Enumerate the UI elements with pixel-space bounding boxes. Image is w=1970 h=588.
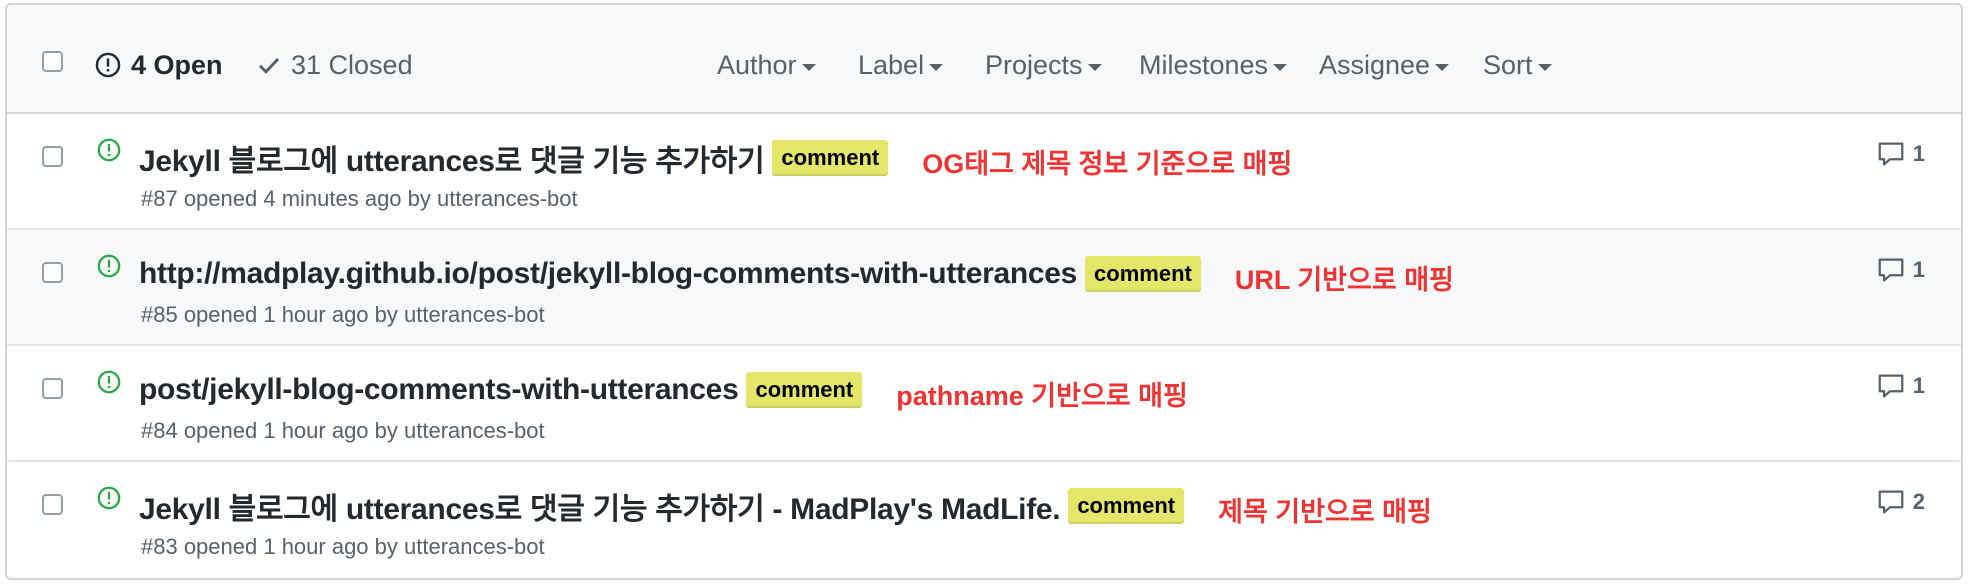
chevron-down-icon	[1273, 63, 1288, 71]
issue-checkbox[interactable]	[42, 494, 63, 515]
issue-row: http://madplay.github.io/post/jekyll-blo…	[7, 230, 1961, 346]
comment-count: 1	[1912, 141, 1925, 166]
issues-list-header: 4 Open 31 Closed Author Label Projects M…	[7, 5, 1961, 114]
issue-opened-icon	[97, 486, 121, 510]
projects-filter-label: Projects	[985, 49, 1083, 80]
issue-title-link[interactable]: http://madplay.github.io/post/jekyll-blo…	[139, 257, 1077, 291]
assignee-filter[interactable]: Assignee	[1319, 35, 1450, 95]
issue-meta: #85 opened 1 hour ago by utterances-bot	[141, 302, 545, 327]
author-filter[interactable]: Author	[717, 35, 816, 95]
issue-opened-icon	[97, 138, 121, 162]
label-filter[interactable]: Label	[858, 35, 944, 95]
issue-title-link[interactable]: post/jekyll-blog-comments-with-utterance…	[139, 373, 739, 407]
annotation-note: URL 기반으로 매핑	[1234, 265, 1454, 295]
chevron-down-icon	[801, 63, 816, 71]
open-count-label: 4 Open	[131, 49, 223, 80]
comment-label[interactable]: comment	[1068, 487, 1185, 524]
assignee-filter-label: Assignee	[1319, 49, 1431, 80]
issue-opened-icon	[95, 52, 121, 78]
issue-meta: #87 opened 4 minutes ago by utterances-b…	[141, 186, 578, 211]
comment-count-link[interactable]: 1	[1877, 257, 1925, 283]
projects-filter[interactable]: Projects	[985, 35, 1102, 95]
comment-count-link[interactable]: 2	[1877, 489, 1925, 515]
milestones-filter[interactable]: Milestones	[1139, 35, 1288, 95]
issue-checkbox[interactable]	[42, 146, 63, 167]
issue-meta: #83 opened 1 hour ago by utterances-bot	[141, 534, 545, 559]
comment-icon	[1878, 490, 1904, 514]
comment-count: 2	[1912, 489, 1925, 514]
annotation-note: OG태그 제목 정보 기준으로 매핑	[922, 149, 1293, 179]
chevron-down-icon	[1435, 63, 1450, 71]
comment-label[interactable]: comment	[1085, 255, 1201, 292]
comment-icon	[1878, 374, 1904, 398]
issue-row: Jekyll 블로그에 utterances로 댓글 기능 추가하기 comme…	[7, 114, 1961, 230]
issue-title-link[interactable]: Jekyll 블로그에 utterances로 댓글 기능 추가하기 - Mad…	[139, 484, 1061, 528]
issue-checkbox[interactable]	[42, 262, 63, 283]
closed-issues-tab[interactable]: 31 Closed	[257, 35, 413, 95]
issue-row: post/jekyll-blog-comments-with-utterance…	[7, 346, 1961, 462]
comment-label[interactable]: comment	[746, 371, 863, 408]
milestones-filter-label: Milestones	[1139, 49, 1269, 80]
comment-count-link[interactable]: 1	[1877, 373, 1925, 399]
comment-icon	[1878, 258, 1904, 282]
author-filter-label: Author	[717, 49, 797, 80]
chevron-down-icon	[1537, 63, 1552, 71]
comment-label[interactable]: comment	[772, 139, 889, 176]
check-icon	[258, 57, 280, 74]
annotation-note: pathname 기반으로 매핑	[896, 381, 1188, 411]
comment-count: 1	[1912, 373, 1925, 398]
issue-checkbox[interactable]	[42, 378, 63, 399]
issue-opened-icon	[97, 370, 121, 394]
comment-count-link[interactable]: 1	[1877, 141, 1925, 167]
chevron-down-icon	[1087, 63, 1102, 71]
select-all-checkbox[interactable]	[42, 51, 63, 72]
issue-opened-icon	[97, 254, 121, 278]
label-filter-label: Label	[858, 49, 925, 80]
issue-title-link[interactable]: Jekyll 블로그에 utterances로 댓글 기능 추가하기	[139, 136, 765, 180]
comment-count: 1	[1912, 257, 1925, 282]
chevron-down-icon	[929, 63, 944, 71]
closed-count-label: 31 Closed	[291, 49, 413, 80]
issue-meta: #84 opened 1 hour ago by utterances-bot	[141, 418, 545, 443]
issues-list-box: 4 Open 31 Closed Author Label Projects M…	[5, 3, 1963, 580]
sort-filter[interactable]: Sort	[1483, 35, 1552, 95]
sort-filter-label: Sort	[1483, 49, 1533, 80]
annotation-note: 제목 기반으로 매핑	[1218, 497, 1432, 527]
open-issues-tab[interactable]: 4 Open	[95, 35, 223, 95]
comment-icon	[1878, 142, 1904, 166]
issue-row: Jekyll 블로그에 utterances로 댓글 기능 추가하기 - Mad…	[7, 462, 1961, 578]
